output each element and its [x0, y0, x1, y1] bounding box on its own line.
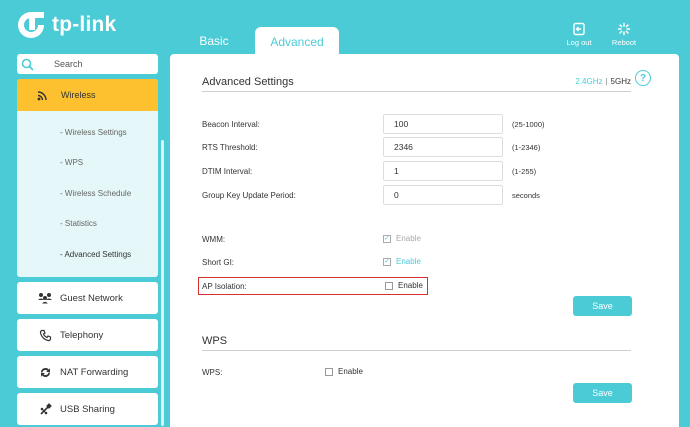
wps-checkbox[interactable]: Enable: [325, 367, 363, 376]
search-icon: [21, 58, 34, 71]
brand-name: tp-link: [52, 13, 117, 36]
checkbox-checked-icon: ✓: [383, 234, 391, 243]
checkbox-checked-icon: ✓: [383, 257, 391, 266]
sidebar-item-wireless[interactable]: Wireless: [17, 79, 158, 111]
wmm-label: WMM:: [202, 235, 226, 244]
rts-threshold-input[interactable]: 2346: [383, 137, 503, 157]
band-2-4ghz-link[interactable]: 2.4GHz: [575, 77, 602, 86]
search-input[interactable]: Search: [17, 54, 158, 74]
sidebar-item-label: NAT Forwarding: [60, 366, 129, 378]
search-placeholder: Search: [54, 59, 83, 69]
sidebar-sub-wireless-settings[interactable]: - Wireless Settings: [60, 128, 127, 137]
sidebar-item-label: USB Sharing: [60, 403, 115, 415]
group-key-update-hint: seconds: [512, 191, 540, 200]
ap-isolation-checkbox[interactable]: Enable: [385, 281, 423, 290]
wmm-option: Enable: [396, 234, 421, 243]
beacon-interval-hint: (25-1000): [512, 120, 545, 129]
beacon-interval-input[interactable]: 100: [383, 114, 503, 134]
tp-link-logo-icon: [18, 12, 44, 38]
logout-label: Log out: [566, 38, 592, 47]
tab-basic[interactable]: Basic: [186, 27, 242, 54]
advanced-settings-title: Advanced Settings: [202, 76, 294, 88]
help-icon[interactable]: ?: [635, 70, 651, 86]
sidebar-item-telephony[interactable]: Telephony: [17, 319, 158, 351]
sidebar-sub-wps[interactable]: - WPS: [60, 158, 83, 167]
group-key-update-label: Group Key Update Period:: [202, 191, 296, 200]
sidebar-item-nat-forwarding[interactable]: NAT Forwarding: [17, 356, 158, 388]
dtim-interval-label: DTIM Interval:: [202, 167, 253, 176]
wifi-icon: [37, 91, 47, 101]
rts-threshold-hint: (1-2346): [512, 143, 541, 152]
sidebar-sub-statistics[interactable]: - Statistics: [60, 219, 97, 228]
sidebar-item-usb-sharing[interactable]: USB Sharing: [17, 393, 158, 425]
band-5ghz-link[interactable]: 5GHz: [611, 77, 631, 86]
sidebar-item-label: Wireless: [61, 90, 96, 100]
wps-option: Enable: [338, 367, 363, 376]
ap-isolation-option: Enable: [398, 281, 423, 290]
reboot-icon: [617, 22, 631, 36]
logout-button[interactable]: Log out: [562, 22, 596, 47]
section-divider: [202, 91, 631, 92]
wps-label: WPS:: [202, 368, 223, 377]
checkbox-unchecked-icon: [385, 281, 393, 290]
guest-users-icon: [38, 293, 52, 304]
section-divider: [202, 350, 631, 351]
short-gi-checkbox[interactable]: ✓ Enable: [383, 257, 421, 266]
wps-save-button[interactable]: Save: [573, 383, 632, 403]
beacon-interval-label: Beacon Interval:: [202, 120, 260, 129]
usb-icon: [39, 402, 52, 415]
advanced-save-button[interactable]: Save: [573, 296, 632, 316]
short-gi-option: Enable: [396, 257, 421, 266]
group-key-update-input[interactable]: 0: [383, 185, 503, 205]
main-panel: Advanced Settings 2.4GHz | 5GHz ? Beacon I…: [170, 54, 679, 427]
wmm-checkbox[interactable]: ✓ Enable: [383, 234, 421, 243]
sidebar-item-guest-network[interactable]: Guest Network: [17, 282, 158, 314]
sidebar-item-label: Guest Network: [60, 292, 123, 304]
sidebar-sub-wireless-schedule[interactable]: - Wireless Schedule: [60, 189, 131, 198]
dtim-interval-input[interactable]: 1: [383, 161, 503, 181]
sidebar-item-label: Telephony: [60, 329, 104, 341]
ap-isolation-label: AP Isolation:: [202, 282, 247, 291]
reboot-button[interactable]: Reboot: [607, 22, 641, 47]
band-selector: 2.4GHz | 5GHz: [575, 77, 631, 86]
band-separator: |: [605, 77, 608, 86]
reboot-label: Reboot: [611, 38, 637, 47]
sidebar-scrollbar[interactable]: [161, 140, 164, 426]
tab-advanced[interactable]: Advanced: [255, 27, 339, 57]
sidebar-sub-advanced-settings[interactable]: - Advanced Settings: [60, 250, 131, 259]
tp-link-logo: tp-link: [16, 10, 116, 40]
dtim-interval-hint: (1-255): [512, 167, 537, 176]
nat-icon: [40, 367, 50, 377]
rts-threshold-label: RTS Threshold:: [202, 143, 258, 152]
logout-icon: [573, 22, 585, 36]
phone-icon: [39, 329, 51, 341]
short-gi-label: Short GI:: [202, 258, 235, 267]
wps-title: WPS: [202, 335, 228, 347]
checkbox-unchecked-icon: [325, 367, 333, 376]
